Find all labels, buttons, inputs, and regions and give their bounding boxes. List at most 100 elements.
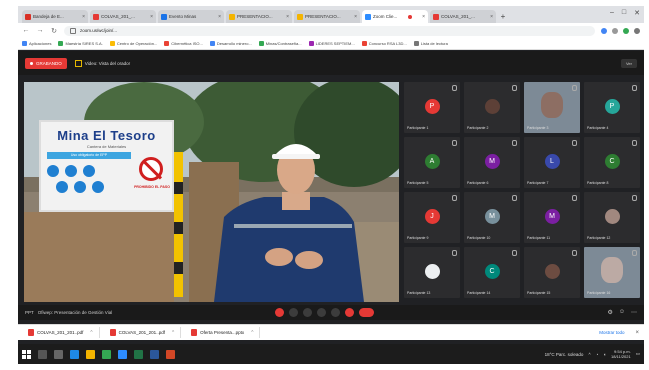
download-item[interactable]: Oferta Presenta...pptx ⌃ [186,327,261,338]
participant-tile[interactable]: L Participante 7 [524,137,580,188]
avatar [484,99,500,114]
participant-tile[interactable]: Participante 12 [584,192,640,243]
bookmark-item[interactable]: Desarrollo minero... [209,41,252,46]
bookmark-item[interactable]: Lista de lectura [413,41,448,46]
extension-icons [601,27,640,34]
view-button[interactable]: Ver [620,58,637,68]
bookmark-item[interactable]: Cibernética ISO... [164,41,203,46]
bookmark-item[interactable]: Centro de Operación... [109,41,157,46]
star-icon[interactable] [612,27,618,34]
participant-name: Participante 12 [587,236,611,240]
excel-icon[interactable] [134,349,143,359]
word-icon[interactable] [150,349,159,359]
more-icon[interactable]: ⋯ [631,309,637,316]
maximize-button[interactable]: □ [622,9,626,17]
browser-tab[interactable]: PRESENTACIO... × [294,10,360,23]
download-item[interactable]: COLVAS_201_201..pdf ⌃ [105,327,182,338]
close-tab-icon[interactable]: × [490,14,493,20]
chevron-up-icon[interactable]: ⌃ [89,330,93,336]
browser-tab[interactable]: Bandeja de E... × [22,10,88,23]
close-tab-icon[interactable]: × [82,14,85,20]
close-tab-icon[interactable]: × [422,14,425,20]
leave-button[interactable] [359,308,374,317]
close-window-button[interactable]: ✕ [634,9,640,17]
close-downloads-icon[interactable]: × [635,330,639,336]
close-tab-icon[interactable]: × [218,14,221,20]
reload-icon[interactable]: ↻ [50,27,58,35]
participant-tile[interactable]: Participante 2 [464,82,520,133]
bookmark-icon [258,41,264,46]
notifications-icon[interactable]: ▭ [636,351,640,357]
prohibited-text: PROHIBIDO EL PASO [134,185,170,189]
camera-button[interactable] [289,308,298,317]
browser-tab[interactable]: Evento Minas × [158,10,224,23]
participant-tile[interactable]: M Participante 11 [524,192,580,243]
powerpoint-icon[interactable] [166,349,175,359]
task-view-icon[interactable] [54,349,63,359]
browser-tab[interactable]: PRESENTACIO... × [226,10,292,23]
chevron-up-icon[interactable]: ⌃ [250,330,254,336]
avatar [601,257,623,283]
network-icon[interactable]: ◔ [596,352,599,357]
chat-button[interactable] [331,308,340,317]
chrome-icon[interactable] [102,349,111,359]
zoom-app-icon[interactable] [118,349,127,359]
profile-avatar[interactable] [623,27,629,34]
topbar-info-text: Video: Vista del orador [84,60,131,66]
show-all-downloads-link[interactable]: Mostrar todo [599,330,624,335]
close-tab-icon[interactable]: × [286,14,289,20]
edge-icon[interactable] [70,349,79,359]
bookmark-item[interactable]: Minas/Contraseña... [258,41,302,46]
participant-tile[interactable]: C Participante 14 [464,247,520,298]
forward-icon[interactable]: → [36,27,44,34]
participant-tile[interactable]: P Participante 4 [584,82,640,133]
clock[interactable]: 9:54 p.m. 18/11/2021 [611,349,631,359]
participant-tile[interactable]: Participante 15 [524,247,580,298]
mic-muted-button[interactable] [275,308,284,317]
participant-tile[interactable]: Participante 3 [524,82,580,133]
bookmark-item[interactable]: LIDERES SEPTIEM... [308,41,355,46]
browser-tab[interactable]: COLVAS_201_... × [90,10,156,23]
file-explorer-icon[interactable] [86,349,95,359]
windows-start-icon[interactable] [22,349,31,359]
weather-widget[interactable]: 18°C Parc. soleado [545,352,584,357]
participant-tile[interactable]: M Participante 6 [464,137,520,188]
participant-tile[interactable]: A Participante 5 [404,137,460,188]
record-button[interactable] [345,308,354,317]
mic-icon [512,85,517,91]
participant-tile[interactable]: C Participante 8 [584,137,640,188]
participant-tile[interactable]: Participante 13 [404,247,460,298]
bookmark-label: Cibernética ISO... [171,41,203,46]
reactions-icon[interactable]: ☺ [619,309,625,316]
browser-tab[interactable]: Zoom Clie... × [362,10,428,23]
browser-tab[interactable]: COLVAS_201_... × [430,10,496,23]
window-controls: – □ ✕ [610,9,640,17]
search-icon[interactable] [38,349,47,359]
tray-arrow-icon[interactable]: ^ [588,352,590,357]
bookmark-item[interactable]: Aplicaciones [22,41,51,46]
participant-tile[interactable]: Participante 16 [584,247,640,298]
menu-icon[interactable] [634,27,640,34]
back-icon[interactable]: ← [22,27,30,34]
participants-button[interactable] [317,308,326,317]
close-tab-icon[interactable]: × [150,14,153,20]
sign-subtitle: Cantera de Materiales [86,144,127,149]
bookmark-item[interactable]: Maestría SIRES S.A. [58,41,103,46]
recording-badge[interactable]: GRABANDO [25,57,67,69]
chevron-up-icon[interactable]: ⌃ [171,330,175,336]
settings-icon[interactable]: ⚙ [607,309,612,316]
participant-tile[interactable]: M Participante 10 [464,192,520,243]
volume-icon[interactable]: ◖ [603,352,606,357]
participant-tile[interactable]: P Participante 1 [404,82,460,133]
extension-icon[interactable] [601,27,607,34]
share-screen-button[interactable] [303,308,312,317]
close-tab-icon[interactable]: × [354,14,357,20]
mic-icon [632,250,637,256]
download-item[interactable]: COLVAS_201_201..pdf ⌃ [23,327,100,338]
favicon-icon [25,13,31,20]
minimize-button[interactable]: – [610,9,614,17]
address-bar[interactable]: zoom.us/wc/join/... [64,25,595,36]
new-tab-button[interactable]: + [498,10,508,23]
bookmark-item[interactable]: Concurso RSA L3D... [361,41,407,46]
participant-tile[interactable]: J Participante 9 [404,192,460,243]
